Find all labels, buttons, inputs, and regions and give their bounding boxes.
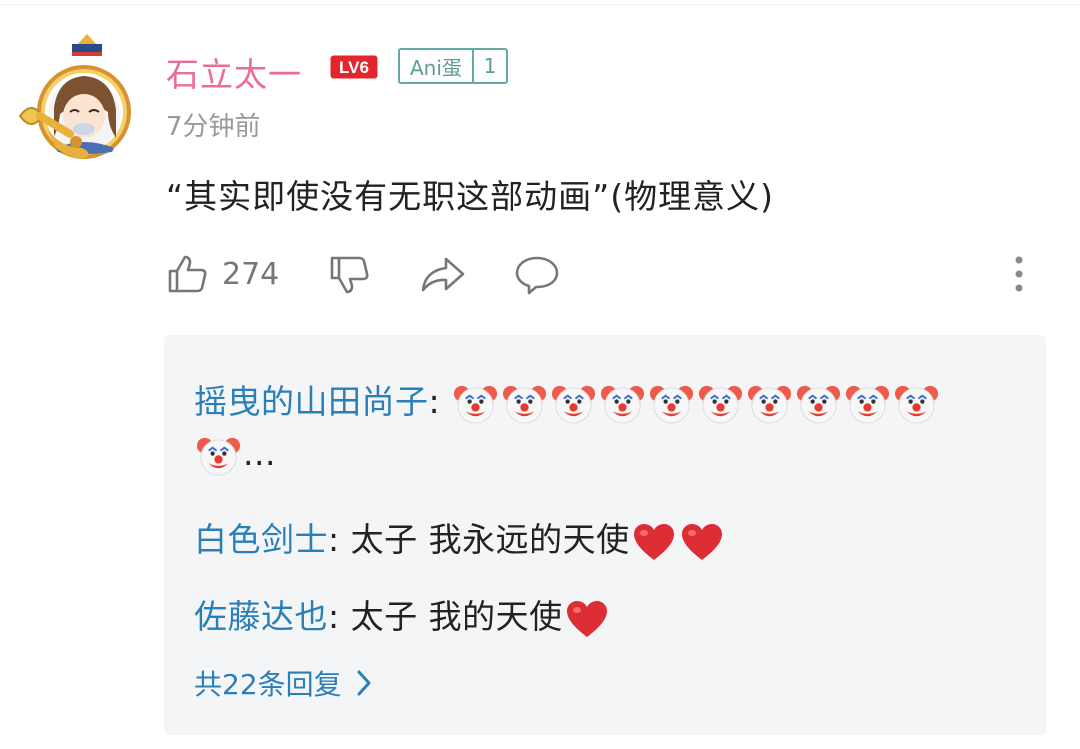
comment-text: “其实即使没有无职这部动画”(物理意义)	[166, 177, 774, 216]
dislike-button[interactable]	[328, 254, 370, 296]
thumbs-down-icon	[330, 256, 369, 294]
reply-separator: :	[328, 597, 351, 636]
clown-face-icon	[748, 385, 792, 424]
share-button[interactable]	[420, 254, 466, 294]
reply-separator: :	[328, 520, 351, 559]
like-button[interactable]: 274	[166, 253, 279, 295]
reply-preview-box[interactable]: 摇曳的山田尚子: ... 白色剑士: 太子 我永远的天使 佐藤达也: 太子 我的…	[164, 335, 1046, 735]
reply-emoji-group	[563, 597, 611, 637]
reply-text: 太子 我永远的天使	[350, 520, 630, 559]
clown-face-icon	[601, 385, 645, 424]
fan-medal[interactable]: Ani蛋 1	[398, 48, 508, 84]
clown-face-icon	[846, 385, 890, 424]
clown-face-icon	[650, 385, 694, 424]
reply-item-2[interactable]: 白色剑士: 太子 我永远的天使	[194, 513, 726, 562]
medal-level: 1	[483, 54, 497, 78]
reply-item-1[interactable]: 摇曳的山田尚子:	[194, 375, 941, 426]
level-badge-icon: LV6	[330, 55, 378, 79]
reply-author[interactable]: 摇曳的山田尚子	[194, 382, 429, 421]
red-heart-icon	[633, 523, 674, 560]
comment-time: 7分钟前	[166, 112, 261, 142]
reply-emoji-group	[630, 520, 726, 560]
clown-face-icon	[196, 437, 241, 476]
reply-author[interactable]: 白色剑士	[194, 520, 328, 559]
thumbs-up-icon	[168, 255, 207, 293]
clown-face-icon	[454, 385, 498, 424]
reply-text: 太子 我的天使	[350, 597, 563, 636]
chevron-right-icon	[357, 670, 371, 696]
reply-emoji-group	[451, 382, 941, 424]
reply-ellipsis: ...	[243, 434, 276, 473]
reply-author[interactable]: 佐藤达也	[194, 597, 328, 636]
comment-username[interactable]: 石立太一	[166, 48, 302, 96]
user-avatar[interactable]	[12, 30, 137, 160]
medal-name: Ani蛋	[410, 55, 462, 80]
clown-face-icon	[699, 385, 743, 424]
more-vertical-icon	[1015, 256, 1023, 292]
reply-item-1-overflow[interactable]: ...	[194, 433, 276, 478]
top-divider	[0, 4, 1080, 5]
clown-face-icon	[552, 385, 596, 424]
red-heart-icon	[566, 600, 607, 637]
reply-item-3[interactable]: 佐藤达也: 太子 我的天使	[194, 590, 611, 639]
share-icon	[421, 257, 465, 292]
more-options-button[interactable]	[1007, 256, 1031, 294]
speech-bubble-icon	[515, 256, 559, 295]
clown-face-icon	[503, 385, 547, 424]
view-all-replies-link[interactable]: 共22条回复	[194, 663, 372, 703]
clown-face-icon	[895, 385, 939, 424]
reply-emoji-group	[194, 434, 243, 476]
like-count: 274	[222, 256, 280, 292]
comment-reply-button[interactable]	[514, 254, 560, 296]
level-badge-text: LV6	[339, 58, 369, 77]
red-heart-icon	[681, 523, 722, 560]
reply-count-label: 共22条回复	[194, 668, 342, 701]
clown-face-icon	[797, 385, 841, 424]
reply-separator: :	[428, 382, 452, 421]
